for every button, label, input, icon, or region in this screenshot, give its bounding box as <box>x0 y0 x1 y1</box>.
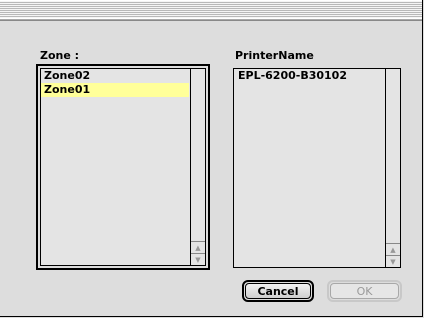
scroll-down-arrow-icon[interactable]: ▼ <box>191 253 205 265</box>
printer-dialog: Zone : PrinterName Zone02 Zone01 ▲ ▼ EPL… <box>0 0 423 317</box>
scroll-up-arrow-icon[interactable]: ▲ <box>386 243 400 255</box>
zone-list-items: Zone02 Zone01 <box>41 69 189 265</box>
printer-list[interactable]: EPL-6200-B30102 ▲ ▼ <box>233 68 401 268</box>
zone-scrollbar[interactable]: ▲ ▼ <box>190 69 205 265</box>
zone-label: Zone : <box>40 49 80 62</box>
ok-button[interactable]: OK <box>330 283 399 299</box>
printer-list-items: EPL-6200-B30102 <box>234 69 384 267</box>
cancel-button[interactable]: Cancel <box>245 283 311 299</box>
printer-list-item[interactable]: EPL-6200-B30102 <box>234 69 384 83</box>
printer-scrollbar[interactable]: ▲ ▼ <box>385 69 400 267</box>
zone-list[interactable]: Zone02 Zone01 ▲ ▼ <box>40 68 206 266</box>
printer-name-label: PrinterName <box>235 49 314 62</box>
cancel-button-ring: Cancel <box>242 280 314 302</box>
scroll-down-arrow-icon[interactable]: ▼ <box>386 255 400 267</box>
window-title-bar[interactable] <box>0 0 422 21</box>
zone-list-item-selected[interactable]: Zone01 <box>41 83 189 97</box>
zone-list-item[interactable]: Zone02 <box>41 69 189 83</box>
scroll-up-arrow-icon[interactable]: ▲ <box>191 241 205 253</box>
zone-list-focus-ring: Zone02 Zone01 ▲ ▼ <box>36 64 210 270</box>
ok-button-ring: OK <box>327 280 402 302</box>
